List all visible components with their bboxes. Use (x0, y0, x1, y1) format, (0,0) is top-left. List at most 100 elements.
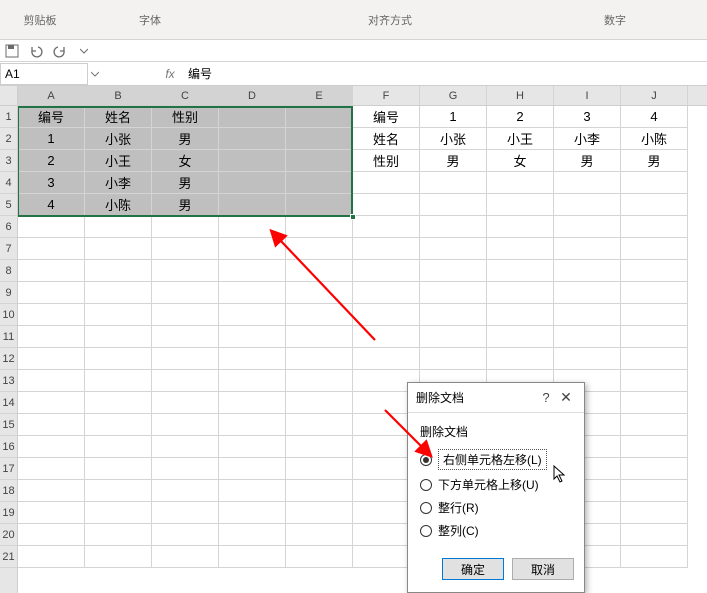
cell[interactable] (152, 524, 219, 546)
formula-input[interactable]: 编号 (182, 65, 707, 82)
cell[interactable] (621, 216, 688, 238)
cell[interactable]: 男 (554, 150, 621, 172)
cell[interactable] (286, 458, 353, 480)
cell[interactable]: 编号 (18, 106, 85, 128)
cell[interactable] (85, 348, 152, 370)
col-header-A[interactable]: A (18, 86, 85, 105)
cell[interactable] (219, 150, 286, 172)
save-icon[interactable] (4, 43, 20, 59)
cell[interactable]: 男 (152, 128, 219, 150)
row-header-14[interactable]: 14 (0, 392, 17, 414)
cell[interactable]: 2 (487, 106, 554, 128)
row-header-10[interactable]: 10 (0, 304, 17, 326)
cell[interactable] (219, 348, 286, 370)
cell[interactable] (420, 194, 487, 216)
cell[interactable] (487, 260, 554, 282)
cell[interactable] (152, 546, 219, 568)
cell[interactable] (219, 128, 286, 150)
cell[interactable] (219, 370, 286, 392)
cell[interactable] (219, 436, 286, 458)
radio-shift-up[interactable]: 下方单元格上移(U) (420, 473, 572, 496)
cell[interactable] (18, 480, 85, 502)
cell[interactable] (621, 502, 688, 524)
cell[interactable]: 4 (18, 194, 85, 216)
cell[interactable]: 男 (152, 194, 219, 216)
cancel-button[interactable]: 取消 (512, 558, 574, 580)
cell[interactable]: 小李 (554, 128, 621, 150)
row-header-20[interactable]: 20 (0, 524, 17, 546)
cell[interactable] (286, 304, 353, 326)
cell[interactable]: 小王 (85, 150, 152, 172)
row-header-5[interactable]: 5 (0, 194, 17, 216)
cell[interactable] (18, 458, 85, 480)
radio-entire-col[interactable]: 整列(C) (420, 519, 572, 542)
cell[interactable] (353, 172, 420, 194)
cell[interactable] (18, 524, 85, 546)
row-header-6[interactable]: 6 (0, 216, 17, 238)
name-box[interactable]: A1 (0, 63, 88, 85)
cell[interactable] (219, 414, 286, 436)
cell[interactable] (621, 348, 688, 370)
cell[interactable] (219, 282, 286, 304)
cell[interactable] (286, 282, 353, 304)
cell[interactable] (554, 238, 621, 260)
cell[interactable] (219, 502, 286, 524)
cell[interactable] (487, 216, 554, 238)
row-header-4[interactable]: 4 (0, 172, 17, 194)
cell[interactable] (353, 194, 420, 216)
cell[interactable] (420, 348, 487, 370)
cell[interactable] (85, 282, 152, 304)
cell[interactable] (219, 106, 286, 128)
cell[interactable] (152, 282, 219, 304)
cell[interactable] (621, 524, 688, 546)
cell[interactable] (621, 282, 688, 304)
cell[interactable] (18, 370, 85, 392)
cell[interactable] (554, 304, 621, 326)
cell[interactable] (18, 260, 85, 282)
cell[interactable] (487, 194, 554, 216)
cell[interactable] (286, 238, 353, 260)
cell[interactable] (487, 304, 554, 326)
cell[interactable]: 小王 (487, 128, 554, 150)
row-header-8[interactable]: 8 (0, 260, 17, 282)
cell[interactable]: 小李 (85, 172, 152, 194)
cell[interactable]: 编号 (353, 106, 420, 128)
cell[interactable] (85, 392, 152, 414)
row-header-21[interactable]: 21 (0, 546, 17, 568)
cell[interactable] (85, 480, 152, 502)
cell[interactable]: 小陈 (621, 128, 688, 150)
cell[interactable] (286, 194, 353, 216)
cell[interactable] (554, 172, 621, 194)
cell[interactable] (18, 414, 85, 436)
cell[interactable] (152, 480, 219, 502)
col-header-E[interactable]: E (286, 86, 353, 105)
cell[interactable] (219, 304, 286, 326)
cell[interactable] (554, 348, 621, 370)
cell[interactable] (621, 326, 688, 348)
cell[interactable] (353, 304, 420, 326)
redo-icon[interactable] (52, 43, 68, 59)
cell[interactable] (554, 194, 621, 216)
cell[interactable] (219, 194, 286, 216)
cell[interactable] (18, 392, 85, 414)
cell[interactable] (219, 172, 286, 194)
row-header-16[interactable]: 16 (0, 436, 17, 458)
cell[interactable]: 性别 (152, 106, 219, 128)
col-header-B[interactable]: B (85, 86, 152, 105)
cell[interactable] (18, 216, 85, 238)
cell[interactable] (420, 172, 487, 194)
cell[interactable] (554, 260, 621, 282)
cell[interactable] (420, 238, 487, 260)
cell[interactable] (286, 172, 353, 194)
cell[interactable] (621, 194, 688, 216)
col-header-H[interactable]: H (487, 86, 554, 105)
cell[interactable] (286, 348, 353, 370)
cell[interactable]: 1 (18, 128, 85, 150)
cell[interactable] (621, 458, 688, 480)
row-header-3[interactable]: 3 (0, 150, 17, 172)
cell[interactable] (85, 546, 152, 568)
row-header-2[interactable]: 2 (0, 128, 17, 150)
cell[interactable] (621, 370, 688, 392)
cell[interactable] (152, 458, 219, 480)
cell[interactable] (420, 282, 487, 304)
